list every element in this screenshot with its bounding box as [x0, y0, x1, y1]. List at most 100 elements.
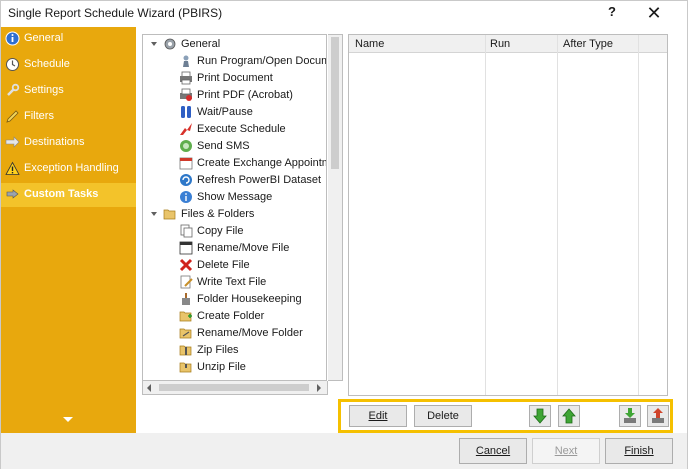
scrollbar-thumb[interactable] [159, 384, 309, 391]
sidebar-item-label: Filters [24, 110, 54, 122]
chevron-down-icon[interactable] [63, 417, 73, 422]
collapse-arrow-icon[interactable] [151, 212, 157, 216]
message-icon [180, 191, 192, 203]
tree-item-label: Rename/Move File [197, 242, 290, 254]
rename-folder-icon [179, 328, 192, 339]
sidebar-item-label: Destinations [24, 136, 85, 148]
scrollbar-thumb[interactable] [331, 37, 339, 169]
sidebar-item-custom-tasks[interactable]: Custom Tasks [1, 183, 136, 207]
wizard-window: Single Report Schedule Wizard (PBIRS) ? … [0, 0, 688, 469]
refresh-icon [180, 174, 192, 186]
finish-button[interactable]: Finish [605, 438, 673, 464]
column-divider [557, 35, 558, 395]
sidebar-item-settings[interactable]: Settings [1, 79, 136, 103]
arrow-down-icon [533, 408, 547, 424]
column-divider [485, 35, 486, 395]
warning-icon [5, 161, 20, 175]
tree-item-label: Write Text File [197, 276, 267, 288]
title-bar: Single Report Schedule Wizard (PBIRS) ? … [1, 1, 687, 27]
task-list-grid[interactable]: Name Run After Type [348, 34, 668, 396]
import-icon [624, 408, 636, 423]
copy-file-icon [180, 224, 193, 238]
task-actions-bar: Edit Delete [338, 399, 673, 433]
export-tasks-button[interactable] [647, 405, 669, 427]
close-button[interactable]: ✕ [642, 2, 666, 24]
tree-vertical-scrollbar[interactable] [328, 34, 343, 381]
tree-item-label: Send SMS [197, 140, 250, 152]
wrench-icon [7, 83, 20, 96]
move-up-button[interactable] [558, 405, 580, 427]
tree-item-label: Folder Housekeeping [197, 293, 302, 305]
create-folder-icon [179, 311, 192, 322]
tree-item-label: Show Message [197, 191, 273, 203]
tree-item-label: Print Document [197, 72, 273, 84]
sidebar-item-label: Settings [24, 84, 64, 96]
column-divider [638, 35, 639, 395]
tree-item-label: Create Folder [197, 310, 265, 322]
sidebar-item-schedule[interactable]: Schedule [1, 53, 136, 77]
tree-item-label: Run Program/Open Document [197, 55, 326, 67]
column-header-after-type[interactable]: After Type [563, 38, 613, 50]
housekeeping-icon [182, 293, 190, 305]
write-text-icon [180, 275, 193, 289]
tree-item-label: Rename/Move Folder [197, 327, 303, 339]
tree-item-label: Execute Schedule [197, 123, 286, 135]
sms-icon [180, 140, 192, 152]
scroll-right-icon[interactable] [317, 384, 321, 392]
scroll-left-icon[interactable] [147, 384, 151, 392]
rename-file-icon [179, 241, 193, 255]
sidebar-item-label: General [24, 32, 64, 44]
window-title: Single Report Schedule Wizard (PBIRS) [8, 6, 223, 20]
edit-button[interactable]: Edit [349, 405, 407, 427]
run-program-icon [183, 55, 189, 67]
tasks-icon [6, 189, 19, 199]
sidebar-item-exception-handling[interactable]: Exception Handling [1, 157, 136, 181]
execute-icon [180, 123, 192, 135]
sidebar-item-label: Custom Tasks [24, 188, 99, 200]
tree-item-label: Wait/Pause [197, 106, 253, 118]
tree-item-label: Print PDF (Acrobat) [197, 89, 293, 101]
task-tree: General Run Program/Open Document Print … [142, 34, 327, 381]
info-icon [5, 31, 20, 46]
delete-button[interactable]: Delete [414, 405, 472, 427]
arrow-icon [5, 136, 20, 148]
arrow-up-icon [562, 408, 576, 424]
pause-icon [181, 106, 191, 118]
help-button[interactable]: ? [602, 4, 622, 22]
zip-icon [179, 345, 192, 356]
tree-group-label: General [181, 38, 221, 50]
sidebar-item-destinations[interactable]: Destinations [1, 131, 136, 155]
export-icon [652, 408, 664, 423]
move-down-button[interactable] [529, 405, 551, 427]
tree-group-label: Files & Folders [181, 208, 255, 220]
unzip-icon [179, 362, 192, 373]
pencil-icon [6, 110, 19, 123]
tree-item-label: Zip Files [197, 344, 239, 356]
delete-icon [179, 258, 193, 272]
tree-item-label: Delete File [197, 259, 250, 271]
column-header-run[interactable]: Run [490, 38, 510, 50]
sidebar-item-general[interactable]: General [1, 27, 136, 51]
wizard-footer: Cancel Next Finish [1, 433, 687, 469]
gear-icon [164, 38, 176, 50]
tree-horizontal-scrollbar[interactable] [142, 381, 328, 395]
collapse-arrow-icon[interactable] [151, 42, 157, 46]
sidebar-item-label: Exception Handling [24, 162, 119, 174]
sidebar-item-filters[interactable]: Filters [1, 105, 136, 129]
column-header-name[interactable]: Name [355, 38, 384, 50]
next-button[interactable]: Next [532, 438, 600, 464]
calendar-icon [179, 157, 193, 170]
pdf-print-icon [180, 88, 192, 101]
sidebar-item-label: Schedule [24, 58, 70, 70]
wizard-sidebar: General Schedule Settings Filters Destin… [1, 27, 136, 433]
folder-open-icon [163, 209, 176, 220]
tree-item-label: Unzip File [197, 361, 246, 373]
grid-header: Name Run After Type [349, 35, 667, 53]
tree-item-label: Refresh PowerBI Dataset [197, 174, 322, 186]
tree-item-label: Create Exchange Appointment [197, 157, 326, 169]
cancel-button[interactable]: Cancel [459, 438, 527, 464]
tree-item-label: Copy File [197, 225, 244, 237]
clock-icon [6, 58, 19, 71]
import-tasks-button[interactable] [619, 405, 641, 427]
printer-icon [180, 71, 192, 85]
